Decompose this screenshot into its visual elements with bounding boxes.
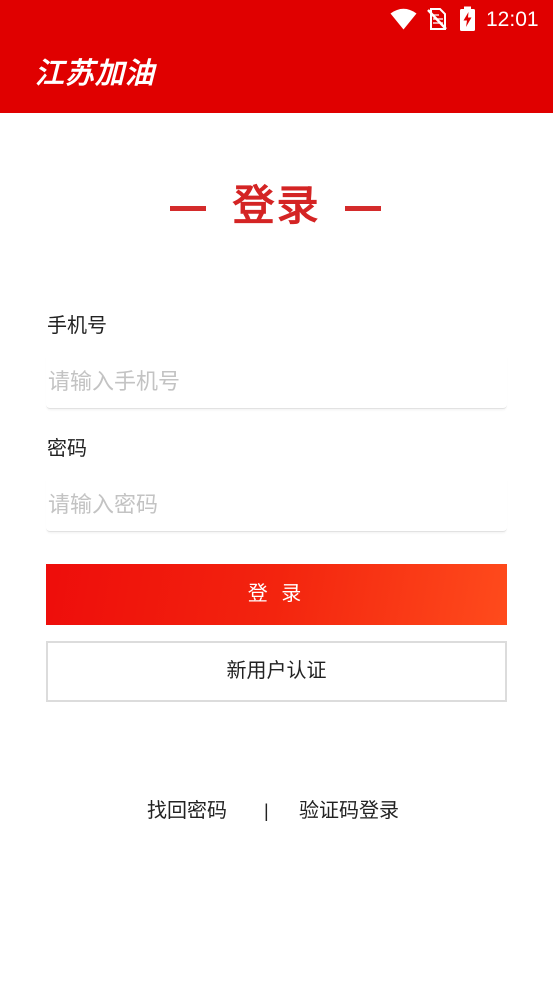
password-label: 密码 <box>47 438 87 460</box>
new-user-verify-button[interactable]: 新用户认证 <box>46 641 507 702</box>
wifi-icon <box>390 8 417 30</box>
heading-right-dash <box>345 206 381 211</box>
forgot-password-link[interactable]: 找回密码 <box>147 797 227 825</box>
page-title: 登录 <box>232 182 321 229</box>
link-separator: | <box>264 801 269 821</box>
status-time: 12:01 <box>486 8 539 31</box>
login-button[interactable]: 登 录 <box>46 564 507 625</box>
status-bar: 12:01 <box>0 0 553 38</box>
battery-charging-icon <box>460 6 475 31</box>
phone-input[interactable] <box>46 355 507 409</box>
app-title: 江苏加油 <box>35 58 156 90</box>
no-sim-icon <box>427 8 447 30</box>
phone-label: 手机号 <box>47 315 107 337</box>
sms-login-link[interactable]: 验证码登录 <box>299 797 399 825</box>
login-heading: 登录 <box>0 178 553 234</box>
app-header: 12:01 江苏加油 <box>0 0 553 113</box>
password-input[interactable] <box>46 478 507 532</box>
